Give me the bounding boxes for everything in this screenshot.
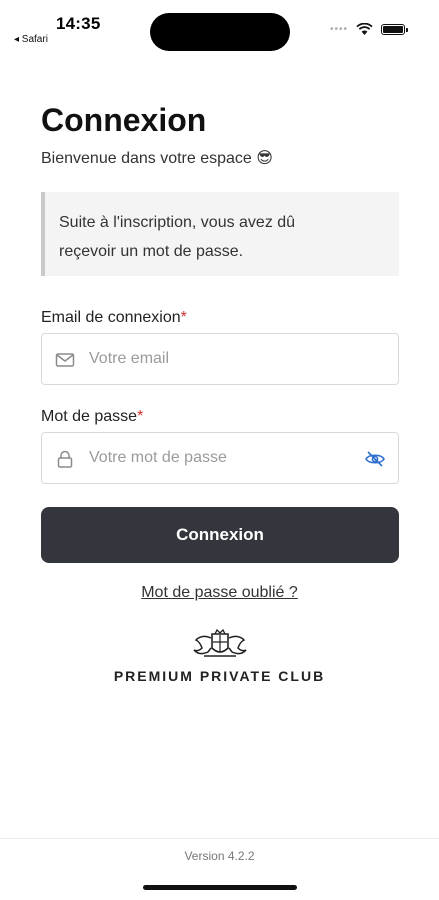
back-to-safari-link[interactable]: ◂ Safari xyxy=(14,34,48,45)
status-bar: 14:35 ◂ Safari •••• xyxy=(0,0,439,56)
required-marker: * xyxy=(180,309,187,326)
page-title: Connexion xyxy=(41,102,207,138)
status-icons: •••• xyxy=(329,23,408,35)
password-field[interactable] xyxy=(41,432,399,484)
club-crest-icon xyxy=(193,628,247,657)
battery-icon xyxy=(381,23,408,35)
email-label-text: Email de connexion xyxy=(41,309,181,326)
password-label: Mot de passe* xyxy=(41,408,143,426)
lock-icon xyxy=(57,450,73,468)
mail-icon xyxy=(55,353,75,367)
forgot-password-link[interactable]: Mot de passe oublié ? xyxy=(141,584,298,601)
eye-off-icon[interactable] xyxy=(364,448,386,470)
home-indicator[interactable] xyxy=(143,885,297,890)
email-label: Email de connexion* xyxy=(41,309,187,327)
password-input[interactable] xyxy=(89,433,349,483)
forgot-password-row: Mot de passe oublié ? xyxy=(0,584,439,602)
club-name: PREMIUM PRIVATE CLUB xyxy=(113,668,326,684)
status-time: 14:35 xyxy=(56,14,101,33)
email-field[interactable] xyxy=(41,333,399,385)
login-button[interactable]: Connexion xyxy=(41,507,399,563)
info-notice-line: Suite à l'inscription, vous avez dû xyxy=(59,214,296,231)
dynamic-island xyxy=(150,13,290,51)
welcome-subtitle: Bienvenue dans votre espace 😎 xyxy=(41,150,273,167)
info-notice: Suite à l'inscription, vous avez dû reçe… xyxy=(41,192,399,276)
footer-divider xyxy=(0,838,439,839)
wifi-icon xyxy=(356,23,373,35)
required-marker: * xyxy=(137,408,144,425)
cellular-signal-icon: •••• xyxy=(329,23,348,35)
email-input[interactable] xyxy=(89,334,349,384)
app-version: Version 4.2.2 xyxy=(184,849,255,863)
info-notice-line: reçevoir un mot de passe. xyxy=(59,243,244,260)
password-label-text: Mot de passe xyxy=(41,408,138,425)
